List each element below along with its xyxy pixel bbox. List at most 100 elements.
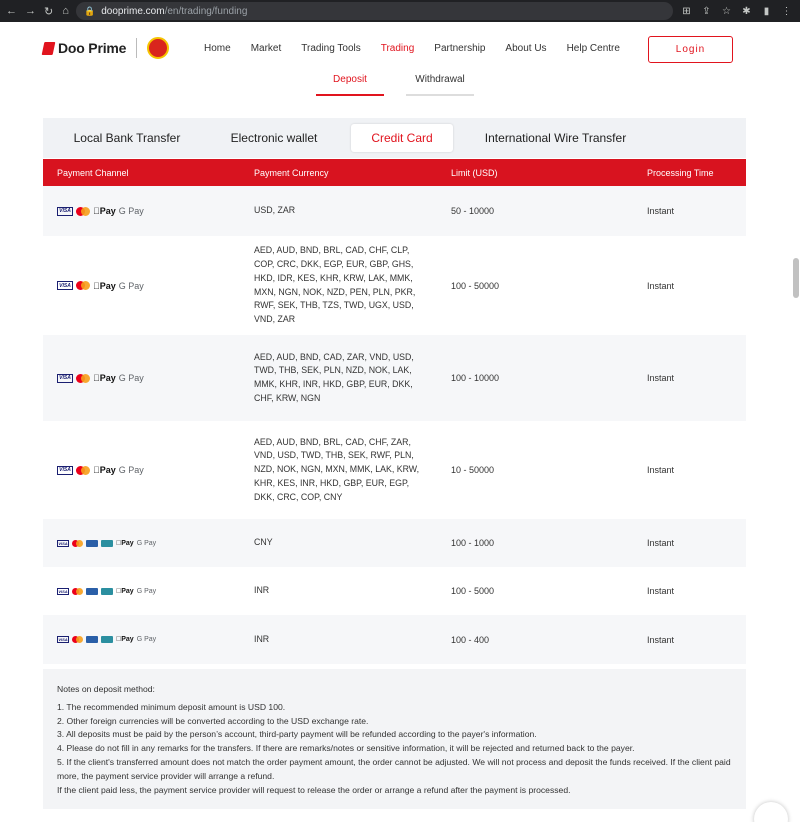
- unionpay-card-icon: [101, 636, 113, 643]
- apple-pay-label: Pay: [116, 539, 133, 547]
- browser-nav: ← → ↻ ⌂: [0, 5, 70, 18]
- help-chat-button[interactable]: [754, 802, 788, 822]
- doo-prime-logo-icon: [41, 41, 56, 55]
- tab-withdrawal[interactable]: Withdrawal: [406, 66, 474, 96]
- payment-currency: CNY: [254, 537, 273, 548]
- notes-line: 3. All deposits must be paid by the pers…: [57, 729, 537, 740]
- apple-pay-icon: Pay: [93, 281, 116, 291]
- tab-international-wire-transfer[interactable]: International Wire Transfer: [473, 124, 638, 152]
- processing-time: Instant: [647, 538, 675, 548]
- apple-pay-label: Pay: [93, 206, 116, 216]
- tab-deposit[interactable]: Deposit: [316, 66, 384, 96]
- table-row: VISA Pay G Pay INR 100 - 400 Instant: [43, 615, 746, 664]
- lock-icon[interactable]: 🔒: [84, 6, 95, 17]
- more-menu-icon[interactable]: ⋮: [781, 6, 792, 17]
- address-bar[interactable]: 🔒 dooprime.com/en/trading/funding: [76, 2, 673, 20]
- back-icon[interactable]: ←: [6, 5, 17, 18]
- processing-time: Instant: [647, 465, 675, 475]
- nav-partnership[interactable]: Partnership: [434, 43, 485, 54]
- forward-icon[interactable]: →: [25, 5, 36, 18]
- payment-currency: AED, AUD, BND, BRL, CAD, CHF, CLP, COP, …: [254, 245, 416, 324]
- limit-value: 100 - 5000: [451, 586, 495, 596]
- brand-name: Doo Prime: [58, 40, 127, 56]
- notes-line: 4. Please do not fill in any remarks for…: [57, 743, 635, 754]
- payment-currency: INR: [254, 585, 270, 596]
- login-button[interactable]: Login: [648, 36, 733, 63]
- logo-divider: [136, 38, 138, 58]
- payment-channel-icons: VISA Pay G Pay: [57, 636, 156, 643]
- processing-time: Instant: [647, 586, 675, 596]
- payment-currency: AED, AUD, BND, BRL, CAD, CHF, ZAR, VND, …: [254, 436, 420, 502]
- translate-icon[interactable]: ⊞: [681, 6, 692, 17]
- processing-time: Instant: [647, 634, 675, 645]
- processing-time: Instant: [647, 206, 675, 216]
- browser-tools: ⊞ ⇪ ☆ ✱ ▮ ⋮: [681, 6, 800, 17]
- nav-trading-tools[interactable]: Trading Tools: [301, 43, 360, 54]
- google-pay-icon: G Pay: [131, 587, 156, 595]
- table-row: VISA Pay G Pay AED, AUD, BND, CAD, ZAR,…: [43, 335, 746, 421]
- deposit-notes: Notes on deposit method: 1. The recommen…: [43, 669, 746, 809]
- notes-line: 1. The recommended minimum deposit amoun…: [57, 701, 286, 712]
- visa-icon: VISA: [57, 539, 69, 547]
- home-icon[interactable]: ⌂: [61, 5, 70, 18]
- visa-icon: VISA: [57, 587, 69, 595]
- notes-line: 5. If the client's transferred amount do…: [57, 756, 731, 781]
- notes-title: Notes on deposit method:: [57, 684, 155, 694]
- google-pay-icon: G Pay: [131, 539, 156, 547]
- limit-value: 50 - 10000: [451, 206, 495, 216]
- share-icon[interactable]: ⇪: [701, 6, 712, 17]
- apple-pay-icon: Pay: [93, 465, 116, 475]
- apple-pay-icon: Pay: [93, 373, 116, 383]
- nav-market[interactable]: Market: [251, 43, 282, 54]
- bank-card-icon: [86, 539, 98, 547]
- funding-subnav: Deposit Withdrawal: [316, 66, 496, 96]
- processing-time: Instant: [647, 373, 675, 383]
- nav-help-centre[interactable]: Help Centre: [567, 43, 620, 54]
- payment-channel-icons: VISA Pay G Pay: [57, 373, 144, 383]
- mastercard-icon: [72, 539, 83, 547]
- tab-credit-card[interactable]: Credit Card: [351, 124, 453, 152]
- bank-card-icon: [86, 636, 98, 643]
- nav-home[interactable]: Home: [204, 43, 231, 54]
- payment-channel-icons: VISA Pay G Pay: [57, 539, 156, 547]
- brand-logo[interactable]: Doo Prime: [41, 37, 170, 59]
- browser-toolbar: ← → ↻ ⌂ 🔒 dooprime.com/en/trading/fundin…: [0, 0, 800, 22]
- apple-pay-icon: Pay: [116, 636, 134, 643]
- extensions-icon[interactable]: ✱: [741, 6, 752, 17]
- table-header: Payment Channel Payment Currency Limit (…: [43, 159, 746, 186]
- bookmark-star-icon[interactable]: ☆: [721, 6, 732, 17]
- table-body: VISA Pay G Pay USD, ZAR 50 - 10000 Inst…: [43, 186, 746, 664]
- apple-pay-label: Pay: [93, 280, 116, 291]
- payment-channel-icons: VISA Pay G Pay: [57, 206, 144, 216]
- limit-value: 100 - 50000: [451, 280, 500, 291]
- visa-icon: VISA: [57, 206, 73, 216]
- visa-icon: VISA: [57, 281, 73, 290]
- mastercard-icon: [76, 465, 90, 475]
- tab-local-bank-transfer[interactable]: Local Bank Transfer: [61, 124, 193, 152]
- payment-table: Payment Channel Payment Currency Limit (…: [43, 159, 746, 664]
- unionpay-card-icon: [101, 539, 113, 547]
- apple-pay-icon: Pay: [116, 588, 134, 595]
- partner-crest-icon: [147, 37, 170, 59]
- google-pay-icon: G Pay: [112, 206, 144, 216]
- apple-pay-icon: Pay: [93, 206, 116, 216]
- limit-value: 100 - 10000: [451, 373, 500, 383]
- url-host: dooprime.com: [101, 5, 165, 17]
- limit-value: 10 - 50000: [451, 465, 495, 475]
- nav-about-us[interactable]: About Us: [505, 43, 546, 54]
- header-processing-time: Processing Time: [647, 167, 714, 178]
- reload-icon[interactable]: ↻: [44, 5, 53, 18]
- table-row: VISA Pay G Pay USD, ZAR 50 - 10000 Inst…: [43, 186, 746, 236]
- notes-line: 2. Other foreign currencies will be conv…: [57, 715, 369, 726]
- side-panel-icon[interactable]: ▮: [761, 6, 772, 17]
- url-text: dooprime.com/en/trading/funding: [101, 6, 247, 17]
- table-row: VISA Pay G Pay INR 100 - 5000 Instant: [43, 567, 746, 615]
- table-row: VISA Pay G Pay AED, AUD, BND, BRL, CAD,…: [43, 236, 746, 335]
- header-payment-currency: Payment Currency: [254, 167, 329, 178]
- tab-electronic-wallet[interactable]: Electronic wallet: [213, 124, 335, 152]
- apple-pay-label: Pay: [93, 465, 116, 475]
- payment-method-tabs: Local Bank Transfer Electronic wallet Cr…: [43, 118, 746, 158]
- mastercard-icon: [72, 636, 83, 643]
- page-scrollbar[interactable]: [793, 258, 799, 298]
- nav-trading[interactable]: Trading: [381, 43, 415, 54]
